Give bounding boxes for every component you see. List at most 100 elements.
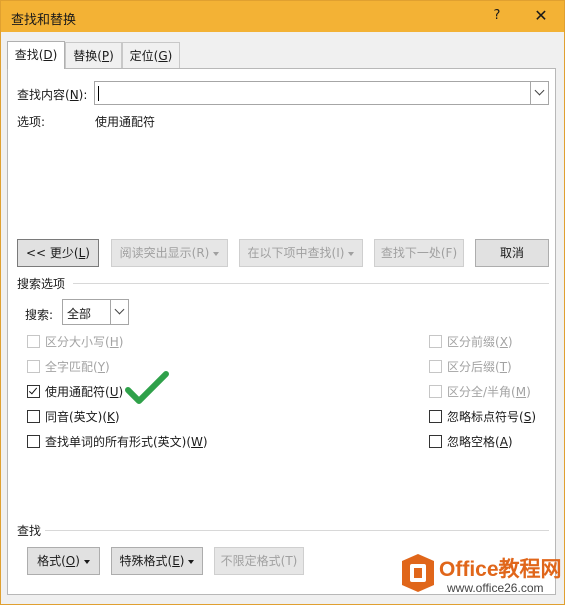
checkbox-box-checked <box>27 385 40 398</box>
reading-highlight-button[interactable]: 阅读突出显示(R) <box>111 239 228 267</box>
checkbox-label: 区分全/半角( <box>447 385 516 399</box>
chevron-down-icon <box>534 85 545 96</box>
format-button-pre: 格式( <box>37 554 66 568</box>
search-scope-value: 全部 <box>67 307 92 321</box>
divider <box>73 283 549 284</box>
find-what-label-pre: 查找内容( <box>17 88 70 102</box>
checkbox-label: 同音(英文)( <box>45 410 108 424</box>
checkbox-box <box>429 410 442 423</box>
checkbox-label-end: ) <box>118 335 124 349</box>
less-button-post: ) <box>85 246 90 260</box>
checkbox-label: 全字匹配( <box>45 360 98 374</box>
checkbox-label: 区分大小写( <box>45 335 110 349</box>
find-next-button[interactable]: 查找下一处(F) <box>374 239 464 267</box>
checkbox-box <box>27 360 40 373</box>
find-history-dropdown[interactable] <box>530 82 548 104</box>
special-format-button-pre: 特殊格式( <box>119 554 173 568</box>
caret-down-icon <box>83 559 90 564</box>
title-bar[interactable]: 查找和替换 ? ✕ <box>1 1 564 32</box>
ignore-punctuation-checkbox[interactable]: 忽略标点符号(S) <box>429 409 536 425</box>
tab-replace[interactable]: 替换(P) <box>65 42 122 68</box>
checkbox-box <box>27 410 40 423</box>
search-scope-label-pre: 搜索 <box>25 308 50 322</box>
office26-watermark: Office教程网 www.office26.com <box>399 549 564 603</box>
options-value: 使用通配符 <box>95 115 156 129</box>
no-formatting-button[interactable]: 不限定格式(T) <box>214 547 304 575</box>
caret-down-icon <box>213 251 220 256</box>
special-format-button-post: ) <box>179 554 185 568</box>
checkbox-key: A <box>499 435 508 449</box>
checkbox-key: Y <box>97 360 106 374</box>
checkbox-label-end: ) <box>507 360 512 374</box>
tab-find-key: D <box>43 48 53 62</box>
ignore-whitespace-checkbox[interactable]: 忽略空格(A) <box>429 434 513 450</box>
office-logo-icon <box>402 554 434 592</box>
search-scope-select[interactable]: 全部 <box>62 299 129 325</box>
match-width-checkbox[interactable]: 区分全/半角(M) <box>429 384 531 400</box>
checkbox-label-end: ) <box>105 360 110 374</box>
tab-find-suffix: ) <box>52 48 58 62</box>
less-button[interactable]: << 更少(L) <box>17 239 99 267</box>
dialog-title: 查找和替换 <box>11 13 77 28</box>
whole-word-checkbox[interactable]: 全字匹配(Y) <box>27 359 110 375</box>
find-in-button[interactable]: 在以下项中查找(I) <box>239 239 363 267</box>
help-button[interactable]: ? <box>485 5 509 27</box>
tab-goto-key: G <box>158 49 168 63</box>
checkbox-box <box>429 385 442 398</box>
checkbox-label: 区分前缀( <box>447 335 500 349</box>
checkbox-label-end: ) <box>118 385 124 399</box>
find-what-label-key: N <box>69 88 79 102</box>
checkbox-key: M <box>515 385 527 399</box>
checkbox-key: X <box>499 335 508 349</box>
checkbox-label: 忽略标点符号( <box>447 410 524 424</box>
divider <box>45 530 549 531</box>
checkbox-label: 查找单词的所有形式(英文)( <box>45 435 192 449</box>
format-button[interactable]: 格式(O) <box>27 547 100 575</box>
checkbox-label-end: ) <box>202 435 208 449</box>
find-what-label-post: ): <box>78 88 88 102</box>
checkbox-key: W <box>191 435 203 449</box>
tab-goto[interactable]: 定位(G) <box>122 42 180 68</box>
sounds-like-checkbox[interactable]: 同音(英文)(K) <box>27 409 120 425</box>
format-button-key: O <box>65 554 76 568</box>
find-what-label: 查找内容(N): <box>17 86 87 103</box>
tab-goto-suffix: ) <box>167 49 173 63</box>
tab-find[interactable]: 查找(D) <box>7 41 65 69</box>
special-format-button-key: E <box>172 554 180 568</box>
match-case-checkbox[interactable]: 区分大小写(H) <box>27 334 123 350</box>
checkbox-label-end: ) <box>114 410 120 424</box>
search-options-heading: 搜索选项 <box>17 277 66 291</box>
find-tab-panel <box>7 68 556 595</box>
search-scope-label: 搜索: <box>25 306 53 323</box>
all-word-forms-checkbox[interactable]: 查找单词的所有形式(英文)(W) <box>27 434 208 450</box>
use-wildcards-checkbox[interactable]: 使用通配符(U) <box>27 384 123 400</box>
tab-find-label: 查找( <box>14 48 44 62</box>
checkbox-label: 区分后缀( <box>447 360 500 374</box>
caret-down-icon <box>188 559 195 564</box>
checkbox-box <box>27 335 40 348</box>
find-what-input[interactable] <box>94 81 549 105</box>
find-format-heading: 查找 <box>17 524 42 538</box>
match-prefix-checkbox[interactable]: 区分前缀(X) <box>429 334 513 350</box>
format-button-post: ) <box>75 554 80 568</box>
checkbox-label: 忽略空格( <box>447 435 500 449</box>
green-check-annotation-icon <box>125 371 169 404</box>
checkbox-label-end: ) <box>531 410 536 424</box>
watermark-url: www.office26.com <box>447 581 544 595</box>
cancel-button[interactable]: 取消 <box>475 239 549 267</box>
checkbox-label-end: ) <box>507 435 513 449</box>
watermark-brand: Office教程网 <box>439 558 562 581</box>
find-replace-dialog: 查找和替换 ? ✕ 查找(D) 替换(P) 定位(G) 查找内容(N): 选项:… <box>0 0 565 605</box>
tab-replace-suffix: ) <box>109 49 114 63</box>
checkbox-key: H <box>109 335 119 349</box>
close-button[interactable]: ✕ <box>529 5 553 27</box>
caret-down-icon <box>348 251 355 256</box>
checkbox-label-end: ) <box>507 335 513 349</box>
search-scope-dropdown[interactable] <box>110 300 128 324</box>
match-suffix-checkbox[interactable]: 区分后缀(T) <box>429 359 512 375</box>
tab-goto-label: 定位( <box>129 49 159 63</box>
special-format-button[interactable]: 特殊格式(E) <box>111 547 203 575</box>
checkbox-box <box>429 435 442 448</box>
checkbox-key: K <box>107 410 115 424</box>
checkbox-label: 使用通配符( <box>45 385 110 399</box>
